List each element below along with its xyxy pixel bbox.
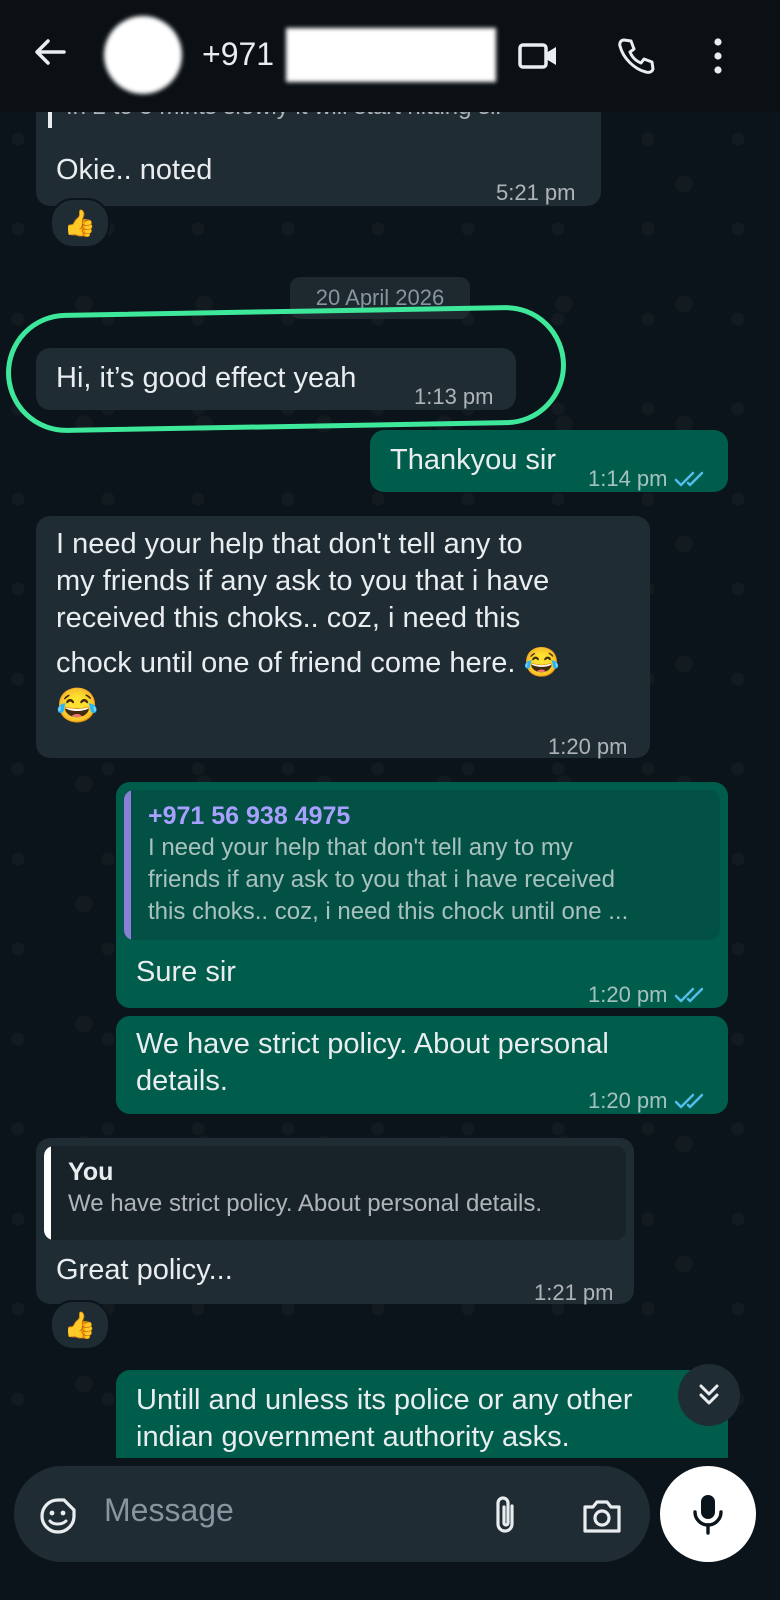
video-call-icon[interactable]	[516, 34, 560, 78]
double-chevron-down-icon	[699, 1384, 719, 1405]
quote-sender: +971 56 938 4975	[148, 802, 351, 830]
quote-line: I need your help that don't tell any to …	[148, 834, 573, 861]
message-input-placeholder: Message	[104, 1492, 234, 1528]
message-bubble-incoming[interactable]: I need your help that don't tell any to …	[36, 516, 650, 759]
message-bubble-incoming[interactable]: You We have strict policy. About persona…	[36, 1138, 634, 1305]
attach-icon[interactable]	[490, 1494, 522, 1543]
sticker-icon[interactable]	[38, 1496, 78, 1541]
message-time: 1:13 pm	[414, 384, 494, 409]
message-text: I need your help that don't tell any to …	[56, 526, 646, 725]
thumbs-up-icon: 👍	[63, 207, 97, 238]
message-line: Untill and unless its police or any othe…	[136, 1384, 633, 1416]
message-line: indian government authority asks.	[136, 1421, 570, 1453]
contact-avatar[interactable]	[104, 16, 182, 94]
message-time: 1:14 pm	[588, 466, 668, 491]
message-line: my friends if any ask to you that i have	[56, 565, 550, 597]
message-time: 1:20 pm	[548, 734, 628, 759]
read-receipt-icon	[674, 978, 708, 1015]
message-line: chock until one of friend come here. 😂	[56, 647, 560, 679]
read-receipt-icon	[674, 1084, 708, 1121]
message-time-status: 1:14 pm	[588, 460, 708, 499]
thumbs-up-icon: 👍	[63, 1309, 97, 1340]
message-text: Untill and unless its police or any othe…	[136, 1382, 632, 1456]
date-separator: 20 April 2026	[290, 277, 470, 319]
redacted-number	[286, 28, 496, 82]
contact-name[interactable]: +971	[202, 36, 274, 73]
message-line: details.	[136, 1065, 228, 1097]
message-text: Thankyou sir	[390, 444, 557, 476]
quoted-message[interactable]: You We have strict policy. About persona…	[44, 1146, 626, 1240]
scroll-to-bottom-button[interactable]	[678, 1364, 740, 1426]
message-text: Great policy...	[56, 1254, 233, 1286]
laughing-emoji: 😂	[56, 687, 99, 725]
quote-bar	[44, 1146, 51, 1240]
voice-call-icon[interactable]	[614, 34, 658, 78]
message-text: Hi, it’s good effect yeah	[56, 362, 357, 394]
message-bubble-outgoing[interactable]: Thankyou sir 1:14 pm	[370, 430, 728, 492]
message-line: received this choks.. coz, i need this	[56, 602, 521, 634]
microphone-icon	[693, 1495, 723, 1535]
message-text: Sure sir	[136, 956, 236, 988]
quote-line: friends if any ask to you that i have re…	[148, 866, 615, 893]
quote-bar	[48, 110, 52, 128]
more-options-icon[interactable]	[700, 34, 736, 78]
message-time-status: 1:20 pm	[588, 976, 708, 1015]
read-receipt-icon	[674, 462, 708, 499]
quoted-message[interactable]: +971 56 938 4975 I need your help that d…	[124, 790, 720, 940]
message-bubble-outgoing[interactable]: +971 56 938 4975 I need your help that d…	[116, 782, 728, 1008]
message-text: Okie.. noted	[56, 154, 213, 186]
composer-bar: Message	[0, 1458, 780, 1600]
message-time: 1:21 pm	[534, 1280, 614, 1305]
message-time: 5:21 pm	[496, 180, 576, 205]
message-input[interactable]: Message	[14, 1466, 650, 1562]
message-text: We have strict policy. About personal de…	[136, 1026, 609, 1100]
message-time: 1:20 pm	[588, 1088, 668, 1113]
message-bubble-outgoing[interactable]: We have strict policy. About personal de…	[116, 1016, 728, 1114]
camera-icon[interactable]	[580, 1496, 624, 1541]
quote-bar	[124, 790, 131, 940]
message-time-status: 1:20 pm	[588, 1082, 708, 1121]
chat-header: +971	[0, 0, 780, 112]
reaction-badge[interactable]: 👍	[50, 198, 110, 248]
reaction-badge[interactable]: 👍	[50, 1300, 110, 1350]
quote-text: We have strict policy. About personal de…	[68, 1190, 543, 1217]
quote-text: I need your help that don't tell any to …	[148, 832, 706, 928]
voice-message-button[interactable]	[660, 1466, 756, 1562]
quote-line: this choks.. coz, i need this chock unti…	[148, 898, 629, 925]
message-line: We have strict policy. About personal	[136, 1028, 609, 1060]
message-bubble-incoming[interactable]: Hi, it’s good effect yeah 1:13 pm	[36, 348, 516, 410]
back-arrow-icon[interactable]	[30, 32, 70, 72]
message-line: I need your help that don't tell any to	[56, 528, 523, 560]
message-time: 1:20 pm	[588, 982, 668, 1007]
quote-sender: You	[68, 1158, 114, 1186]
